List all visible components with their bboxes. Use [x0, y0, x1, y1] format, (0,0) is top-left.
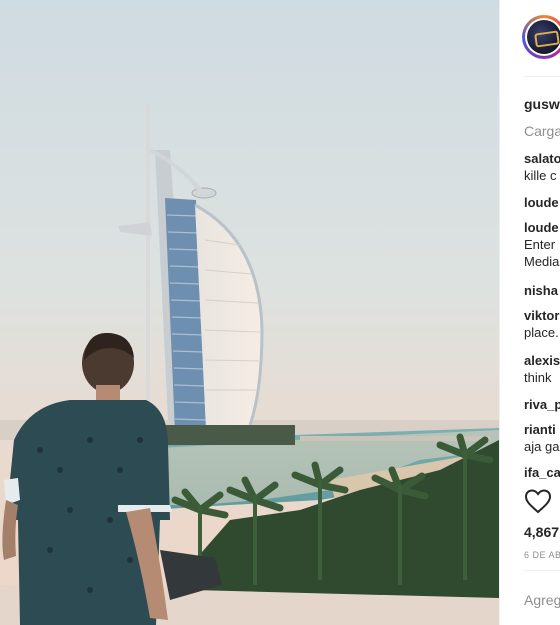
comment-username[interactable]: salato [524, 150, 560, 167]
comment-text: place. [524, 325, 559, 340]
comment-item: viktor place. [524, 307, 559, 341]
comment-item: riva_p [524, 396, 560, 413]
post-sidebar: guswi Carga salato kille c loude loude E… [499, 0, 560, 625]
avatar-image [527, 20, 560, 54]
post-date: 6 DE AB [524, 550, 560, 560]
comment-item: alexis think [524, 352, 560, 386]
likes-count[interactable]: 4,867 [524, 524, 559, 540]
comment-item: nisha [524, 282, 558, 299]
header-divider [524, 76, 560, 77]
comment-text: think [524, 370, 552, 385]
comment-username[interactable]: rianti [524, 421, 559, 438]
comment-item: rianti aja ga [524, 421, 559, 455]
comment-text: Enter [524, 237, 556, 252]
comment-username[interactable]: nisha [524, 282, 558, 299]
comment-item: loude Enter Media [524, 219, 559, 270]
post-photo[interactable] [0, 0, 499, 625]
comment-text: Media [524, 254, 560, 269]
comment-username[interactable]: riva_p [524, 396, 560, 413]
heart-outline-icon[interactable] [524, 488, 552, 514]
footer-divider [524, 570, 560, 571]
comment-username[interactable]: loude [524, 219, 559, 236]
comment-username[interactable]: alexis [524, 352, 560, 369]
comment-item: loude [524, 194, 559, 211]
comment-item: ifa_ca [524, 464, 560, 481]
loading-text: Carga [524, 123, 560, 139]
add-comment-input[interactable]: Agreg [524, 592, 560, 608]
comment-text: kille c [524, 168, 557, 183]
post-image [0, 0, 499, 625]
comment-username[interactable]: viktor [524, 307, 559, 324]
avatar-ring-inner [525, 18, 560, 56]
comment-item: salato kille c [524, 150, 560, 184]
comment-username[interactable]: ifa_ca [524, 464, 560, 481]
comment-text: aja ga [524, 439, 560, 454]
comment-username[interactable]: loude [524, 194, 559, 211]
avatar[interactable] [522, 15, 560, 59]
post-author-username[interactable]: guswi [524, 96, 560, 112]
